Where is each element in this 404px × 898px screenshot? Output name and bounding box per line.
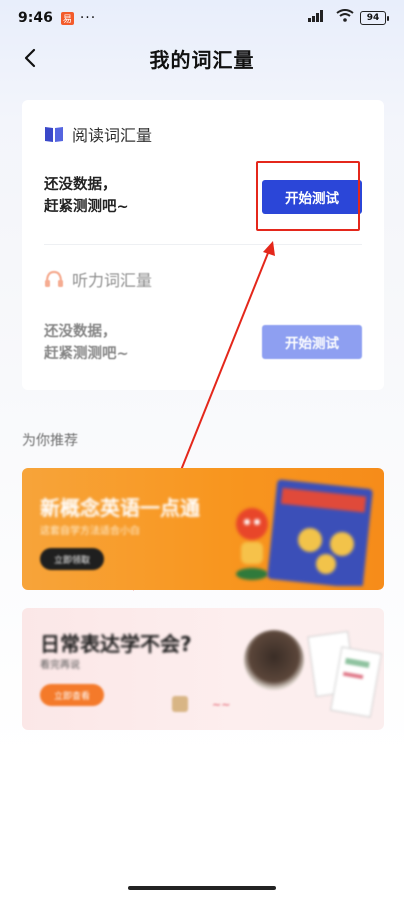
status-bar: 9:46 易 ··· 94: [0, 0, 404, 36]
book-illustration: [267, 479, 373, 586]
listening-vocab-title: 听力词汇量: [72, 271, 153, 290]
signal-icon: [308, 10, 330, 25]
recommend-heading: 为你推荐: [22, 433, 78, 449]
empty-line-1: 还没数据，: [44, 177, 117, 193]
banner-subtitle: 这套自学方法适合小白: [40, 526, 140, 537]
home-indicator[interactable]: [128, 886, 276, 890]
status-right: 94: [308, 9, 389, 26]
banner-title: 新概念英语一点通: [40, 496, 200, 520]
more-notifications-icon: ···: [79, 10, 97, 26]
reading-empty-text: 还没数据， 赶紧测测吧~: [44, 174, 129, 218]
listening-vocab-section: 听力词汇量 还没数据， 赶紧测测吧~ 开始测试: [22, 245, 384, 390]
empty-line-1: 还没数据，: [44, 324, 117, 340]
empty-line-2: 赶紧测测吧~: [44, 199, 129, 215]
battery-level: 94: [366, 12, 380, 23]
banner-title: 日常表达学不会?: [40, 632, 192, 656]
empty-line-2: 赶紧测测吧~: [44, 346, 129, 362]
back-button[interactable]: [16, 44, 44, 72]
brand-logo-icon: [172, 696, 188, 712]
book-icon: [45, 127, 63, 142]
chevron-left-icon: [24, 48, 36, 68]
status-time: 9:46: [18, 10, 53, 26]
banner-subtitle: 看完再说: [40, 660, 80, 671]
person-avatar-illustration: [244, 630, 304, 690]
header: 我的词汇量: [0, 38, 404, 78]
page-title: 我的词汇量: [149, 47, 255, 72]
headphones-icon: [45, 270, 63, 287]
highlight-box: [256, 161, 360, 231]
battery-icon: 94: [360, 10, 389, 25]
banner-cta-button[interactable]: 立即查看: [40, 684, 104, 706]
listening-title-row: 听力词汇量: [44, 267, 152, 291]
app-notification-icon: 易: [60, 11, 74, 25]
listening-start-test-button[interactable]: 开始测试: [262, 325, 362, 359]
promo-banner-daily-expression[interactable]: 日常表达学不会? 看完再说 立即查看 ~~: [22, 608, 384, 730]
papers-illustration: [307, 630, 382, 718]
vocabulary-card: 阅读词汇量 还没数据， 赶紧测测吧~ 开始测试 听力词汇量 还没数据， 赶紧测测…: [22, 100, 384, 390]
listening-empty-text: 还没数据， 赶紧测测吧~: [44, 321, 129, 365]
promo-banner-new-concept[interactable]: 新概念英语一点通 这套自学方法适合小白 立即领取: [22, 468, 384, 590]
banner-cta-button[interactable]: 立即领取: [40, 548, 104, 570]
reading-vocab-title: 阅读词汇量: [72, 126, 153, 145]
signature-mark: ~~: [212, 698, 231, 711]
reading-title-row: 阅读词汇量: [44, 122, 152, 146]
wifi-icon: [336, 9, 354, 26]
